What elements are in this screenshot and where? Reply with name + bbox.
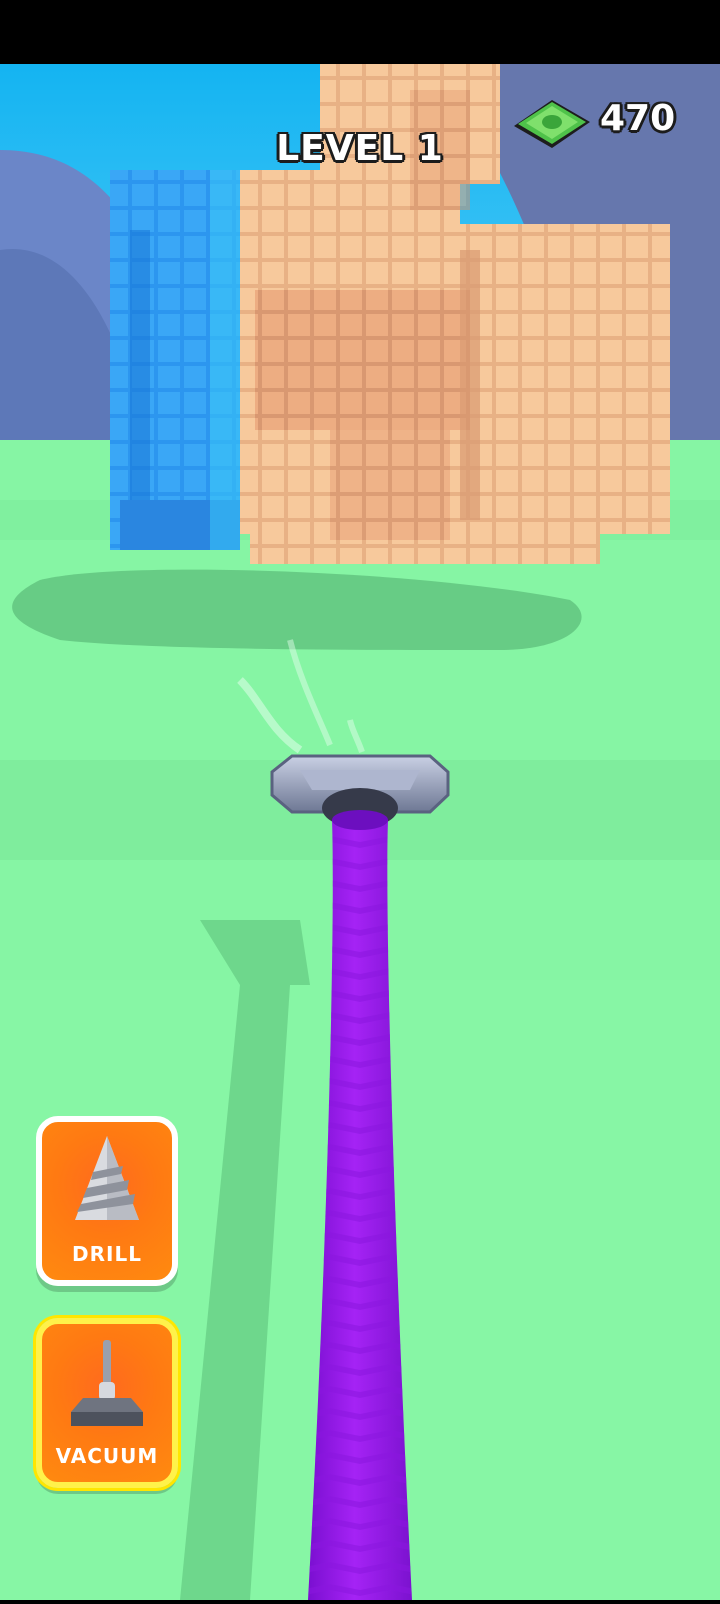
drill-label: DRILL bbox=[72, 1242, 142, 1266]
game-scene[interactable]: LEVEL 1 470 DRILL VACUUM bbox=[0, 0, 720, 1600]
vacuum-icon bbox=[71, 1340, 143, 1426]
cash-bill-icon bbox=[514, 100, 590, 148]
currency-amount: 470 bbox=[600, 98, 676, 139]
currency-counter: 470 bbox=[510, 92, 710, 152]
vacuum-label: VACUUM bbox=[55, 1444, 159, 1468]
vacuum-button[interactable]: VACUUM bbox=[36, 1318, 178, 1488]
drill-icon bbox=[75, 1136, 139, 1220]
drill-button[interactable]: DRILL bbox=[36, 1116, 178, 1286]
